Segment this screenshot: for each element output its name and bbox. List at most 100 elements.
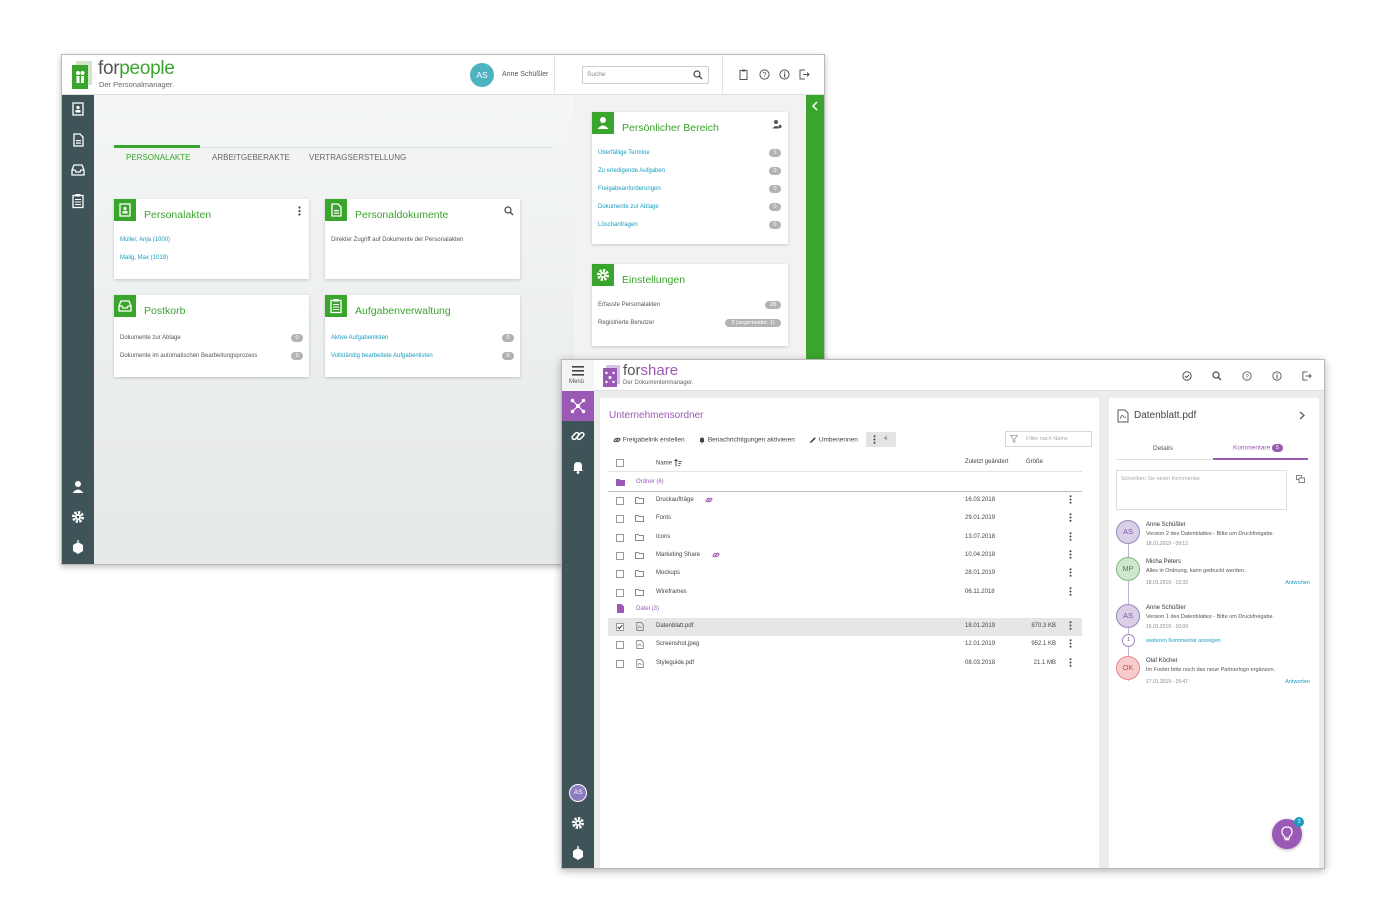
select-all-checkbox[interactable] — [616, 459, 624, 467]
check-circle-icon[interactable] — [1182, 371, 1192, 381]
column-size[interactable]: Größe — [1026, 459, 1043, 465]
table-row[interactable]: Icons 13.07.2018 — [608, 529, 1082, 547]
more-vertical-icon[interactable] — [1069, 621, 1072, 630]
tab-arbeitgeberakte[interactable]: ARBEITGEBERAKTE — [212, 153, 290, 162]
tab-comments[interactable]: Kommentare 5 — [1233, 444, 1284, 452]
table-row[interactable]: Datenblatt.pdf 18.01.2019 870.3 KB — [608, 618, 1082, 636]
table-row[interactable]: Styleguide.pdf 08.03.2018 21.1 MB — [608, 655, 1082, 673]
plugin-icon[interactable] — [570, 845, 586, 861]
reply-link[interactable]: Antworten — [1285, 679, 1310, 685]
more-vertical-icon[interactable] — [1069, 657, 1072, 667]
attach-icon[interactable] — [1296, 475, 1305, 483]
comment-input[interactable]: Schreiben Sie einen Kommentar — [1116, 470, 1287, 510]
help-bubble-button[interactable]: 3 — [1272, 817, 1304, 849]
more-comments-count[interactable]: 1 — [1122, 634, 1135, 647]
link-icon[interactable] — [570, 428, 586, 444]
persoenlich-link[interactable]: Überfällige Termine — [598, 150, 650, 156]
reply-link[interactable]: Antworten — [1285, 580, 1310, 586]
folder-name[interactable]: Druckaufträge — [656, 497, 694, 503]
folder-name[interactable]: Mockups — [656, 570, 680, 576]
more-vertical-icon[interactable] — [1069, 513, 1072, 523]
row-checkbox[interactable] — [616, 659, 624, 668]
folder-name[interactable]: Icons — [656, 534, 670, 540]
einstellungen-item[interactable]: Registrierte Benutzer — [598, 320, 654, 326]
file-name[interactable]: Datenblatt.pdf — [656, 623, 693, 629]
more-actions-button[interactable]: 4 — [866, 432, 896, 447]
personalakte-link[interactable]: Malig, Max (1019) — [120, 255, 168, 261]
logout-icon[interactable] — [1302, 371, 1312, 381]
row-checkbox[interactable] — [616, 641, 624, 650]
row-checkbox[interactable] — [616, 551, 624, 560]
filter-input[interactable]: Filter nach Name — [1005, 431, 1092, 447]
user-avatar[interactable]: AS — [470, 63, 494, 87]
more-vertical-icon[interactable] — [1069, 495, 1072, 504]
more-vertical-icon[interactable] — [1069, 550, 1072, 559]
persoenlich-link[interactable]: Zu erledigende Aufgaben — [598, 168, 665, 174]
help-icon[interactable]: ? — [1242, 371, 1252, 381]
search-icon[interactable] — [693, 70, 703, 80]
nav-network[interactable] — [562, 391, 594, 421]
persoenlich-link[interactable]: Löschanfragen — [598, 222, 638, 228]
row-checkbox[interactable] — [616, 497, 624, 505]
menu-icon[interactable] — [572, 366, 584, 376]
user-settings-icon[interactable] — [772, 119, 782, 129]
personalakte-link[interactable]: Müller, Anja (1000) — [120, 237, 170, 243]
inbox-icon[interactable] — [70, 162, 86, 178]
enable-notifications-button[interactable]: Benachrichtigungen aktivieren — [698, 436, 795, 444]
create-share-link-button[interactable]: Freigabelink erstellen — [613, 436, 685, 444]
row-checkbox[interactable] — [616, 515, 624, 524]
info-icon[interactable] — [1272, 371, 1282, 381]
folder-name[interactable]: Fonts — [656, 515, 671, 521]
search-input[interactable]: Suche — [582, 66, 709, 84]
shared-link-icon[interactable] — [712, 551, 720, 559]
row-checkbox[interactable] — [616, 533, 624, 542]
tab-personalakte[interactable]: PERSONALAKTE — [126, 153, 190, 162]
shared-link-icon[interactable] — [705, 496, 713, 504]
tab-details[interactable]: Details — [1153, 445, 1173, 452]
table-row[interactable]: Mockups 28.01.2019 — [608, 565, 1082, 583]
gear-icon[interactable] — [70, 509, 86, 525]
show-more-comments-link[interactable]: weiteren Kommentar anzeigen — [1146, 638, 1221, 644]
postkorb-item[interactable]: Dokumente im automatischen Bearbeitungsp… — [120, 353, 257, 359]
file-name[interactable]: Screenshot.jpeg — [656, 641, 699, 647]
info-icon[interactable] — [779, 69, 790, 80]
help-icon[interactable]: ? — [759, 69, 770, 80]
more-vertical-icon[interactable] — [1069, 531, 1072, 541]
table-row[interactable]: Wireframes 06.11.2018 — [608, 584, 1082, 602]
user-icon[interactable] — [70, 479, 86, 495]
file-name[interactable]: Styleguide.pdf — [656, 660, 694, 666]
personnel-file-icon[interactable] — [70, 101, 86, 117]
gear-icon[interactable] — [570, 815, 586, 831]
folder-name[interactable]: Marketing Share — [656, 552, 700, 558]
persoenlich-link[interactable]: Freigabeanforderungen — [598, 186, 661, 192]
aufgaben-link[interactable]: Vollständig bearbeitete Aufgabenlisten — [331, 353, 433, 359]
table-row[interactable]: Fonts 29.01.2019 — [608, 510, 1082, 528]
user-name[interactable]: Anne Schüßler — [502, 71, 548, 78]
plugin-icon[interactable] — [70, 539, 86, 555]
table-row[interactable]: Druckaufträge 16.03.2018 — [608, 492, 1082, 510]
logout-icon[interactable] — [799, 69, 810, 80]
more-vertical-icon[interactable] — [1069, 586, 1072, 596]
chevron-right-icon[interactable] — [1299, 411, 1305, 420]
more-vertical-icon[interactable] — [298, 206, 301, 216]
document-icon[interactable] — [70, 132, 86, 148]
clipboard-icon[interactable] — [739, 69, 748, 80]
column-changed[interactable]: Zuletzt geändert — [965, 459, 1008, 465]
table-row[interactable]: Marketing Share 10.04.2018 — [608, 547, 1082, 565]
chevron-left-icon[interactable] — [811, 101, 819, 111]
task-list-icon[interactable] — [70, 193, 86, 209]
einstellungen-item[interactable]: Erfasste Personalakten — [598, 302, 660, 308]
search-icon[interactable] — [504, 206, 514, 216]
persoenlich-link[interactable]: Dokumente zur Ablage — [598, 204, 659, 210]
row-checkbox[interactable] — [616, 623, 624, 631]
aufgaben-link[interactable]: Aktive Aufgabenlisten — [331, 335, 388, 341]
table-row[interactable]: Screenshot.jpeg 12.01.2019 952.1 KB — [608, 636, 1082, 654]
bell-icon[interactable] — [570, 459, 586, 475]
user-avatar[interactable]: AS — [569, 784, 587, 802]
rename-button[interactable]: Umbenennen — [809, 436, 858, 444]
postkorb-item[interactable]: Dokumente zur Ablage — [120, 335, 181, 341]
menu-button[interactable]: Menü — [562, 360, 594, 391]
column-name[interactable]: Name — [656, 459, 682, 467]
row-checkbox[interactable] — [616, 588, 624, 597]
more-vertical-icon[interactable] — [1069, 639, 1072, 649]
